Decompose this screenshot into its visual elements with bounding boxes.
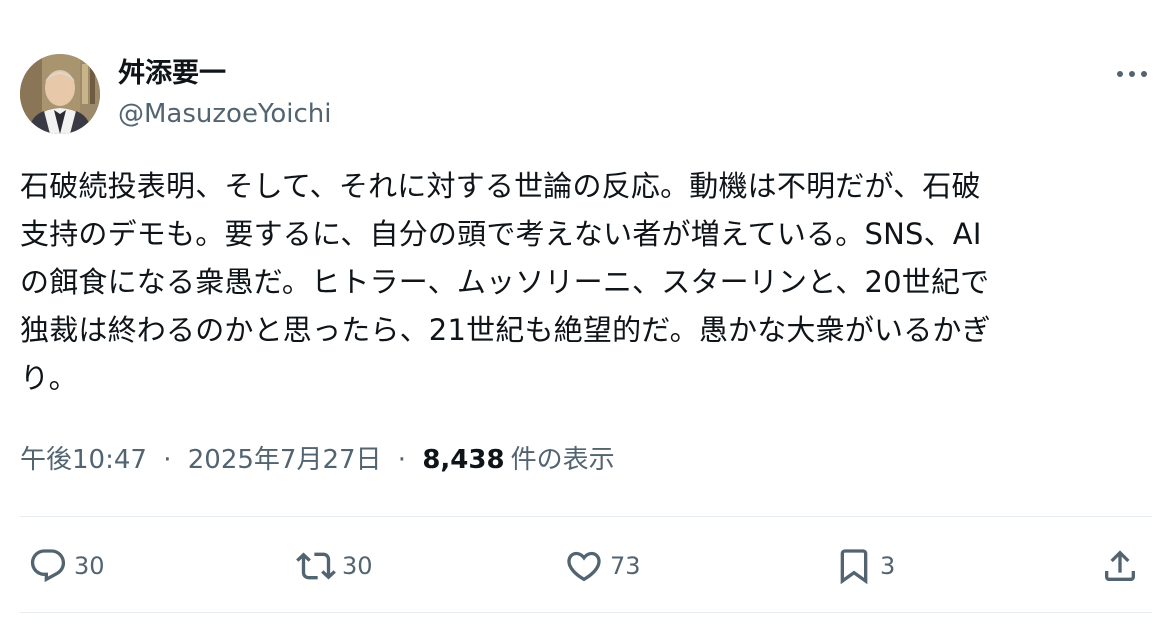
- tweet-text-line: 石破続投表明、そして、それに対する世論の反応。動機は不明だが、石破: [20, 169, 981, 203]
- divider: [20, 612, 1152, 613]
- meta-separator: ·: [163, 445, 172, 475]
- divider: [20, 516, 1152, 517]
- like-button[interactable]: 73: [564, 540, 641, 592]
- view-count[interactable]: 8,438: [422, 445, 504, 475]
- meta-separator: ·: [397, 445, 407, 475]
- retweet-button[interactable]: 30: [296, 540, 373, 592]
- tweet-text-line: 支持のデモも。要するに、自分の頭で考えない者が増えている。SNS、AI: [20, 217, 982, 251]
- heart-icon: [567, 551, 601, 582]
- retweet-count: 30: [342, 552, 373, 580]
- bookmark-count: 3: [880, 552, 896, 580]
- author-name[interactable]: 舛添要一: [118, 57, 226, 91]
- avatar-image: [20, 54, 100, 134]
- bookmark-icon: [840, 549, 868, 585]
- bookmark-button[interactable]: 3: [834, 540, 895, 592]
- share-upload-icon: [1105, 550, 1135, 581]
- more-options-button[interactable]: [1112, 60, 1152, 88]
- reply-count: 30: [74, 552, 105, 580]
- tweet-text-line: 独裁は終わるのかと思ったら、21世紀も絶望的だ。愚かな大衆がいるかぎ: [20, 313, 991, 347]
- tweet-meta: 午後10:47 · 2025年7月27日 · 8,438 件の表示: [20, 442, 615, 478]
- tweet-text-line: の餌食になる衆愚だ。ヒトラー、ムッソリーニ、スターリンと、20世紀で: [20, 265, 990, 299]
- like-count: 73: [610, 552, 641, 580]
- reply-button[interactable]: 30: [28, 540, 105, 592]
- view-count-label[interactable]: 件の表示: [511, 445, 615, 475]
- tweet-card: 舛添要一 @MasuzoeYoichi 石破続投表明、そして、それに対する世論の…: [0, 0, 1160, 624]
- reply-bubble-icon: [30, 549, 66, 583]
- more-horizontal-icon: [1117, 71, 1147, 77]
- share-button[interactable]: [1100, 540, 1140, 592]
- retweet-icon: [296, 552, 336, 580]
- avatar[interactable]: [20, 54, 100, 134]
- author-handle[interactable]: @MasuzoeYoichi: [118, 97, 332, 131]
- action-bar: 30 30 73 3: [20, 540, 1152, 592]
- tweet-text: 石破続投表明、そして、それに対する世論の反応。動機は不明だが、石破 支持のデモも…: [20, 162, 1150, 402]
- tweet-date[interactable]: 2025年7月27日: [188, 445, 382, 475]
- tweet-time[interactable]: 午後10:47: [20, 445, 147, 475]
- tweet-text-line: り。: [20, 361, 78, 395]
